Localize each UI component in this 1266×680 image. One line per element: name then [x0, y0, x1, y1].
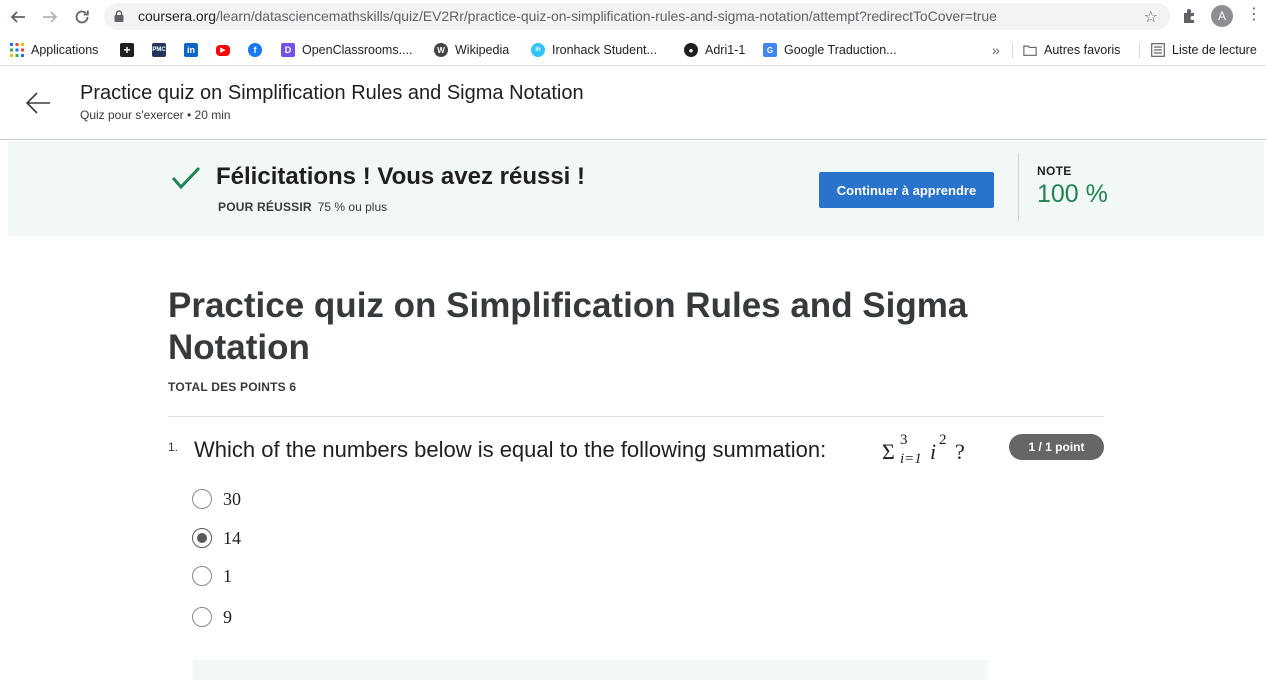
bookmark-pmc[interactable]: PMC: [152, 41, 173, 59]
profile-avatar[interactable]: A: [1211, 5, 1233, 27]
back-arrow-icon[interactable]: [24, 89, 52, 117]
lock-icon: [114, 10, 124, 22]
success-banner: Félicitations ! Vous avez réussi ! POUR …: [8, 141, 1264, 236]
bookmark-separator: [1012, 42, 1013, 58]
congrats-message: Félicitations ! Vous avez réussi !: [216, 163, 585, 190]
bookmark-youtube[interactable]: ▶: [216, 41, 237, 59]
checkmark-icon: [171, 166, 201, 190]
bookmark-google-translate[interactable]: G Google Traduction...: [763, 41, 897, 59]
bookmark-github[interactable]: ● Adri1-1: [684, 41, 745, 59]
url-path: /learn/datasciencemathskills/quiz/EV2Rr/…: [216, 8, 997, 24]
bookmark-separator: [1139, 42, 1140, 58]
url-text: coursera.org/learn/datasciencemathskills…: [138, 8, 997, 24]
apps-grid-icon: [10, 43, 24, 57]
openclassrooms-icon: D: [281, 43, 295, 57]
linkedin-icon: in: [184, 43, 198, 57]
extensions-puzzle-icon[interactable]: [1181, 7, 1199, 25]
question-mark: ?: [955, 439, 965, 464]
quiz-title: Practice quiz on Simplification Rules an…: [168, 286, 968, 367]
wikipedia-icon: W: [434, 43, 448, 57]
browser-toolbar: coursera.org/learn/datasciencemathskills…: [0, 0, 1266, 34]
continue-learning-button[interactable]: Continuer à apprendre: [819, 172, 994, 208]
bookmark-label: Google Traduction...: [784, 43, 897, 57]
pmc-icon: PMC: [152, 43, 166, 57]
page-header: Practice quiz on Simplification Rules an…: [0, 67, 1266, 140]
radio-button-checked[interactable]: [192, 528, 212, 548]
summation-formula: Σ 3 i=1 i 2 ?: [882, 432, 972, 474]
bookmark-linkedin[interactable]: in: [184, 41, 205, 59]
pass-label: POUR RÉUSSIR: [218, 200, 312, 214]
sum-upper-bound: 3: [900, 432, 908, 448]
reading-list[interactable]: Liste de lecture: [1151, 41, 1257, 59]
bookmark-label: OpenClassrooms....: [302, 43, 413, 57]
sum-variable: i: [930, 439, 937, 464]
option-label: 9: [223, 606, 232, 627]
option-label: 30: [223, 488, 241, 509]
bookmark-openclassrooms[interactable]: D OpenClassrooms....: [281, 41, 412, 59]
option-label: 14: [223, 527, 241, 548]
bookmark-star-icon[interactable]: ☆: [1144, 7, 1158, 27]
url-domain: coursera.org: [138, 8, 216, 24]
grade-label: NOTE: [1037, 164, 1072, 178]
section-divider: [168, 416, 1104, 417]
bookmark-label: Autres favoris: [1044, 43, 1121, 57]
answer-option[interactable]: 1: [192, 565, 232, 587]
points-badge: 1 / 1 point: [1009, 434, 1104, 460]
bookmark-wikipedia[interactable]: W Wikipedia: [434, 41, 509, 59]
radio-button[interactable]: [192, 489, 212, 509]
google-translate-icon: G: [763, 43, 777, 57]
plus-box-icon: +: [120, 43, 134, 57]
reload-icon[interactable]: [70, 5, 94, 29]
pass-requirement: POUR RÉUSSIR 75 % ou plus: [218, 200, 387, 214]
bookmark-ironhack[interactable]: ih Ironhack Student...: [531, 41, 657, 59]
sigma-symbol: Σ: [882, 439, 895, 464]
bookmark-other-favorites[interactable]: Autres favoris: [1023, 41, 1120, 59]
sum-lower-bound: i=1: [900, 451, 922, 467]
sum-exponent: 2: [939, 432, 947, 448]
address-bar[interactable]: coursera.org/learn/datasciencemathskills…: [104, 3, 1170, 30]
feedback-box: [193, 660, 988, 680]
reading-list-icon: [1151, 43, 1165, 57]
header-subtitle: Quiz pour s'exercer • 20 min: [80, 108, 231, 122]
browser-menu-icon[interactable]: ⋮: [1246, 6, 1262, 24]
bookmark-label: Adri1-1: [705, 43, 746, 57]
answer-option[interactable]: 30: [192, 488, 241, 510]
bookmark-applications[interactable]: Applications: [10, 41, 98, 59]
radio-button[interactable]: [192, 607, 212, 627]
bookmark-facebook[interactable]: f: [248, 41, 269, 59]
bookmark-plus[interactable]: +: [120, 41, 141, 59]
answer-option-selected[interactable]: 14: [192, 527, 241, 549]
youtube-icon: ▶: [216, 44, 230, 56]
bookmark-label: Wikipedia: [455, 43, 510, 57]
bookmarks-bar: Applications + PMC in ▶ f D OpenClassroo…: [0, 34, 1266, 66]
bookmark-label: Liste de lecture: [1172, 43, 1257, 57]
more-bookmarks-icon[interactable]: »: [992, 41, 1000, 59]
grade-value: 100 %: [1037, 180, 1108, 208]
pass-value: 75 % ou plus: [317, 200, 388, 214]
question-number: 1.: [168, 440, 179, 454]
total-points: TOTAL DES POINTS 6: [168, 380, 297, 394]
question-text: Which of the numbers below is equal to t…: [194, 437, 827, 462]
facebook-icon: f: [248, 43, 262, 57]
grade-divider: [1018, 154, 1019, 221]
bookmark-label: Applications: [31, 43, 99, 57]
github-icon: ●: [684, 43, 698, 57]
back-icon[interactable]: [6, 5, 30, 29]
ironhack-icon: ih: [531, 43, 545, 57]
option-label: 1: [223, 565, 232, 586]
header-title: Practice quiz on Simplification Rules an…: [80, 82, 584, 104]
bookmark-label: Ironhack Student...: [552, 43, 657, 57]
forward-icon[interactable]: [38, 5, 62, 29]
answer-option[interactable]: 9: [192, 606, 232, 628]
folder-icon: [1023, 43, 1037, 57]
radio-button[interactable]: [192, 566, 212, 586]
